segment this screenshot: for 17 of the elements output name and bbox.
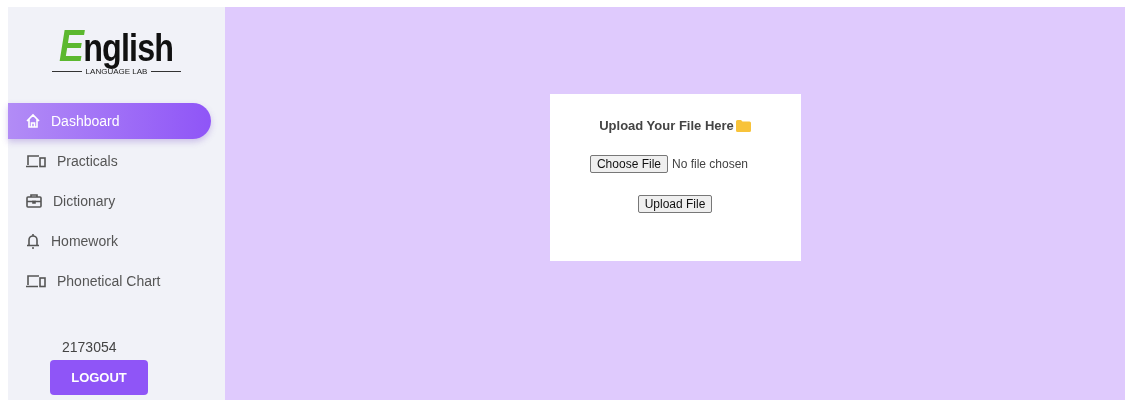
upload-button[interactable]: Upload File [637, 195, 713, 213]
file-status: No file chosen [672, 157, 749, 171]
logout-button[interactable]: LOGOUT [50, 360, 148, 395]
laptop-icon [25, 153, 47, 169]
bell-icon [25, 232, 41, 250]
sidebar-item[interactable]: Practicals [8, 147, 211, 175]
sidebar-item[interactable]: Phonetical Chart [8, 267, 211, 295]
laptop-icon [25, 273, 47, 289]
logo-text: English [59, 27, 174, 67]
folder-icon [735, 119, 751, 132]
user-id: 2173054 [61, 339, 117, 355]
card-title: Upload Your File Here [599, 118, 734, 133]
home-icon [25, 113, 41, 129]
sidebar-item[interactable]: Homework [8, 227, 211, 255]
choose-file-button[interactable]: Choose File [589, 155, 668, 173]
sidebar-item[interactable]: Dictionary [8, 187, 211, 215]
briefcase-icon [25, 193, 43, 209]
